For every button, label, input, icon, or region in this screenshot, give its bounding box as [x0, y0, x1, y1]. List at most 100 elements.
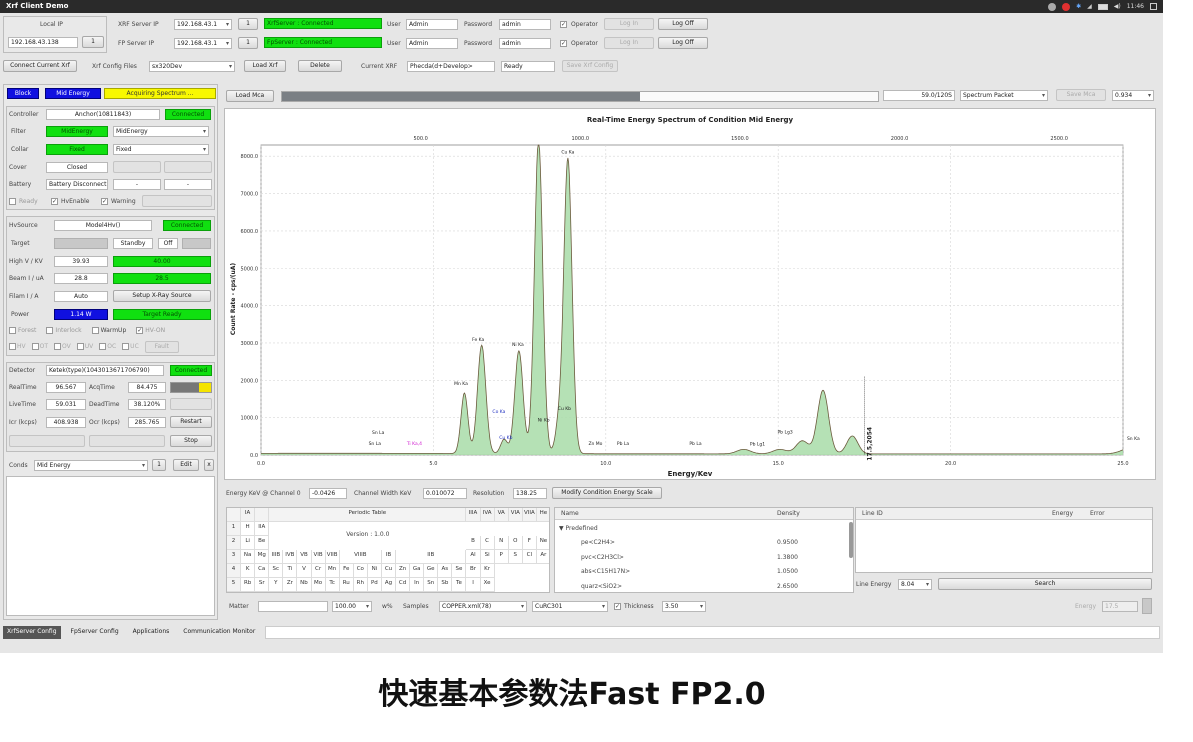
save-mca-button[interactable]: Save Mca — [1056, 89, 1106, 101]
ov-flag-checkbox[interactable] — [54, 343, 62, 350]
element-cell[interactable]: Mo — [311, 578, 326, 592]
local-ip-field[interactable]: 192.168.43.138 — [8, 37, 78, 48]
density-row-name[interactable]: abs<C15H17N> — [581, 566, 630, 577]
thickness-field[interactable]: 3.50 — [662, 601, 706, 612]
energy-channel-field[interactable]: -0.0426 — [309, 488, 347, 499]
detector-btn-a[interactable] — [9, 435, 85, 447]
resolution-field[interactable]: 138.25 — [513, 488, 547, 499]
bluetooth-icon[interactable]: ✱ — [1076, 3, 1081, 10]
element-cell[interactable]: IB — [381, 550, 397, 564]
element-cell[interactable]: VB — [297, 550, 312, 564]
element-cell[interactable]: In — [410, 578, 425, 592]
element-cell[interactable]: As — [438, 564, 453, 578]
element-cell[interactable]: Ge — [424, 564, 439, 578]
thickness-checkbox[interactable]: ✓ — [614, 603, 621, 610]
fp-server-ip-field[interactable]: 192.168.43.1 — [174, 38, 232, 49]
detector-action-button[interactable] — [170, 398, 212, 410]
element-cell[interactable]: Sb — [438, 578, 453, 592]
element-cell[interactable]: Cd — [396, 578, 411, 592]
fp-server-spin[interactable]: 1 — [238, 37, 258, 49]
element-cell[interactable]: Ga — [410, 564, 425, 578]
element-cell[interactable]: H — [241, 522, 256, 536]
line-energy-field[interactable]: 8.04 — [898, 579, 932, 590]
element-cell[interactable]: Ne — [536, 536, 549, 550]
element-cell[interactable]: O — [508, 536, 523, 550]
element-cell[interactable]: Fe — [339, 564, 354, 578]
density-scrollbar[interactable] — [849, 522, 853, 558]
element-cell[interactable]: VIB — [311, 550, 326, 564]
element-cell[interactable]: V — [297, 564, 312, 578]
conds-close-button[interactable]: x — [204, 459, 214, 471]
tab-fpserver-config[interactable]: FpServer Config — [67, 626, 123, 639]
element-cell[interactable]: Ca — [255, 564, 270, 578]
login-button-2[interactable]: Log In — [604, 37, 654, 49]
element-cell[interactable]: Sn — [424, 578, 439, 592]
element-cell[interactable]: Se — [452, 564, 467, 578]
density-row-name[interactable]: pvc<C2H3Cl> — [581, 552, 624, 563]
fault-button[interactable]: Fault — [144, 341, 179, 353]
connect-current-xrf-button[interactable]: Connect Current Xrf — [3, 60, 77, 72]
element-cell[interactable]: B — [466, 536, 481, 550]
element-cell[interactable]: IIIB — [269, 550, 284, 564]
network-icon[interactable] — [1048, 2, 1057, 11]
col-energy[interactable]: Energy — [1052, 508, 1073, 519]
density-table[interactable]: Name Density ▼ Predefined pe<C2H4> 0.9500… — [554, 507, 854, 593]
battery-icon[interactable] — [1097, 3, 1108, 10]
conds-select[interactable]: Mid Energy — [34, 460, 148, 471]
col-line-id[interactable]: Line ID — [862, 508, 883, 519]
save-config-button[interactable]: Save Xrf Config — [562, 60, 618, 72]
density-row-name[interactable]: pe<C2H4> — [581, 537, 615, 548]
element-cell[interactable]: Ag — [381, 578, 397, 592]
channel-width-field[interactable]: 0.010072 — [423, 488, 467, 499]
element-cell[interactable]: Y — [269, 578, 284, 592]
samples-select[interactable]: COPPER.xml(78) — [439, 601, 527, 612]
col-density[interactable]: Density — [777, 508, 800, 519]
col-error[interactable]: Error — [1090, 508, 1105, 519]
element-cell[interactable]: Cu — [381, 564, 397, 578]
ready-checkbox[interactable] — [9, 198, 16, 205]
spectrum-packet-select[interactable]: Spectrum Packet — [960, 90, 1048, 101]
percent-field[interactable]: 100.00 — [332, 601, 372, 612]
hvenable-checkbox[interactable]: ✓ — [51, 198, 58, 205]
warmup-checkbox[interactable] — [91, 327, 99, 334]
cover-btn-1[interactable] — [113, 161, 161, 173]
element-cell[interactable]: P — [494, 550, 509, 564]
xrf-server-spin[interactable]: 1 — [238, 18, 258, 30]
element-cell[interactable]: Al — [466, 550, 481, 564]
element-cell[interactable]: Zr — [283, 578, 298, 592]
spectrum-chart[interactable]: Real-Time Energy Spectrum of Condition M… — [225, 109, 1155, 479]
element-cell[interactable]: Ti — [283, 564, 298, 578]
login-button[interactable]: Log In — [604, 18, 654, 30]
tab-communication-monitor[interactable]: Communication Monitor — [179, 626, 259, 639]
interlock-checkbox[interactable] — [46, 327, 54, 334]
element-cell[interactable]: Br — [466, 564, 481, 578]
local-ip-spin[interactable]: 1 — [82, 36, 104, 48]
element-cell[interactable]: Si — [480, 550, 495, 564]
element-cell[interactable]: Sr — [255, 578, 270, 592]
tab-applications[interactable]: Applications — [129, 626, 174, 639]
element-cell[interactable]: Ni — [367, 564, 382, 578]
window-menu-icon[interactable] — [1150, 3, 1157, 10]
password-field-2[interactable]: admin — [499, 38, 551, 49]
element-cell[interactable]: F — [522, 536, 537, 550]
operator-checkbox[interactable]: ✓ — [560, 21, 567, 28]
operator-checkbox-2[interactable]: ✓ — [560, 40, 567, 47]
element-cell[interactable]: N — [494, 536, 509, 550]
sample-name-select[interactable]: CuRC301 — [532, 601, 608, 612]
delete-button[interactable]: Delete — [298, 60, 342, 72]
alert-icon[interactable] — [1062, 2, 1071, 11]
controller-action-button[interactable] — [142, 195, 212, 207]
element-cell[interactable]: Nb — [297, 578, 312, 592]
element-cell[interactable]: Na — [241, 550, 256, 564]
volume-icon[interactable]: ◀) — [1114, 3, 1121, 10]
edit-button[interactable]: Edit — [173, 459, 199, 471]
hvon-checkbox[interactable]: ✓ — [136, 327, 144, 334]
ot-flag-checkbox[interactable] — [31, 343, 39, 350]
element-cell[interactable]: I — [466, 578, 481, 592]
element-cell[interactable]: Kr — [480, 564, 495, 578]
element-cell[interactable]: Ar — [536, 550, 549, 564]
config-file-select[interactable]: sx320Dev — [149, 61, 235, 72]
collar-select[interactable]: Fixed — [113, 144, 209, 155]
load-mca-button[interactable]: Load Mca — [226, 90, 274, 102]
line-table[interactable]: Line ID Energy Error — [855, 507, 1153, 573]
